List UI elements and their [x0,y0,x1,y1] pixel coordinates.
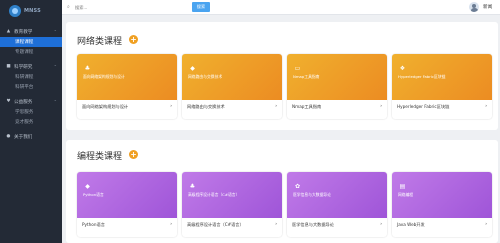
section-title: 编程类课程 [77,152,123,162]
card-banner-text: 网络编程 [398,192,414,197]
card-name: 高级程序设计语言（C#语言） [187,222,244,227]
card-name: 面向网络架构规划与设计 [82,104,129,109]
sidebar-item-study-service[interactable]: 学思服务 [0,107,62,117]
course-card[interactable]: ❖ Hyperledger Fabric区块链 Hyperledger Fabr… [392,54,492,119]
nav-head-label: 教育教学 [14,29,33,35]
logo-mark-icon [9,5,21,17]
card-banner-text: 网络路由与交换技术 [188,74,223,79]
nav-head-research[interactable]: ■ 科学研究 ⌃ [0,61,62,72]
avatar[interactable] [469,2,479,12]
sidebar-item-topics[interactable]: 专题课程 [0,47,62,57]
chevron-right-icon: › [275,222,277,227]
chevron-up-icon: ⌃ [53,99,57,104]
chevron-right-icon: › [275,104,277,109]
nav-head-label: 公益服务 [14,99,33,105]
nav-group-teaching: ▲ 教育教学 ⌃ 课程课程 专题课程 [0,22,62,57]
card-banner-text: Python语言 [83,192,104,197]
sidebar-item-courses[interactable]: 课程课程 [0,37,62,47]
nav-group-service: ♥ 公益服务 ⌃ 学思服务 竞才服务 [0,92,62,127]
card-name: 医学信息与大数据导论 [292,222,334,227]
nav-head-service[interactable]: ♥ 公益服务 ⌃ [0,96,62,107]
info-icon: ● [6,134,11,139]
section-title: 网络类课程 [77,37,123,47]
nav-group-research: ■ 科学研究 ⌃ 科研课程 科研平台 [0,57,62,92]
monitor-icon: ▭ [294,65,301,72]
chevron-right-icon: › [170,222,172,227]
nav-head-label: 关于我们 [14,134,33,140]
card-banner-text: Hyperledger Fabric区块链 [398,74,446,79]
course-card[interactable]: ♣ 高级程序设计语言（C#语言） 高级程序设计语言（C#语言） › [182,172,282,237]
card-banner-text: 面向网络架构规划与设计 [83,74,125,79]
web-icon: ▤ [399,183,406,190]
sidebar-item-research-courses[interactable]: 科研课程 [0,72,62,82]
card-banner-text: 医学信息与大数据导论 [293,192,331,197]
card-banner-text: 高级程序设计语言（C#语言） [188,192,240,197]
sidebar-item-talent-service[interactable]: 竞才服务 [0,117,62,127]
code-icon: ♣ [189,183,196,190]
search-icon: ⌕ [67,4,70,10]
search-button[interactable]: 搜索 [192,2,210,12]
course-card[interactable]: ◆ 网络路由与交换技术 网络路由与交换技术 › [182,54,282,119]
chevron-right-icon: › [380,104,382,109]
card-name: Java Web开发 [397,222,425,227]
nav-head-about[interactable]: ● 关于我们 [0,131,62,142]
blockchain-icon: ❖ [399,65,406,72]
section-network-courses: 网络类课程 + ♣ 面向网络架构规划与设计 面向网络架构规划与设计 › ◆ 网络… [66,22,498,130]
service-icon: ♥ [6,99,11,104]
data-icon: ✿ [294,183,301,190]
course-card[interactable]: ◆ Python语言 Python语言 › [77,172,177,237]
chevron-up-icon: ⌃ [53,64,57,69]
card-name: Nmap工具指南 [292,104,322,109]
card-name: 网络路由与交换技术 [187,104,225,109]
logo-text: MNSS [24,8,41,14]
section-programming-courses: 编程类课程 + ◆ Python语言 Python语言 › ♣ 高级程序设计语言… [66,140,498,243]
chevron-right-icon: › [170,104,172,109]
add-course-button[interactable]: + [129,35,138,44]
router-icon: ◆ [190,65,195,72]
chevron-right-icon: › [485,222,487,227]
course-card[interactable]: ✿ 医学信息与大数据导论 医学信息与大数据导论 › [287,172,387,237]
card-name: Hyperledger Fabric区块链 [397,104,450,109]
sidebar: MNSS ▲ 教育教学 ⌃ 课程课程 专题课程 ■ 科学研究 ⌃ 科研课程 科研… [0,0,62,243]
course-card[interactable]: ♣ 面向网络架构规划与设计 面向网络架构规划与设计 › [77,54,177,119]
top-header: ⌕ 搜索 新闻 [62,0,500,15]
graduation-icon: ▲ [6,29,11,34]
network-icon: ♣ [84,65,91,72]
user-name[interactable]: 新闻 [483,4,492,10]
sidebar-item-research-platform[interactable]: 科研平台 [0,82,62,92]
card-name: Python语言 [82,222,105,227]
course-card[interactable]: ▭ Nmap工具指南 Nmap工具指南 › [287,54,387,119]
nav-head-teaching[interactable]: ▲ 教育教学 ⌃ [0,26,62,37]
add-course-button[interactable]: + [129,150,138,159]
chevron-up-icon: ⌃ [53,29,57,34]
nav-group-about: ● 关于我们 [0,127,62,142]
python-icon: ◆ [85,183,90,190]
search-input[interactable] [75,3,185,11]
nav-head-label: 科学研究 [14,64,33,70]
card-banner-text: Nmap工具指南 [293,74,320,79]
logo[interactable]: MNSS [0,0,62,22]
chevron-right-icon: › [485,104,487,109]
chevron-right-icon: › [380,222,382,227]
course-card[interactable]: ▤ 网络编程 Java Web开发 › [392,172,492,237]
research-icon: ■ [6,64,11,69]
